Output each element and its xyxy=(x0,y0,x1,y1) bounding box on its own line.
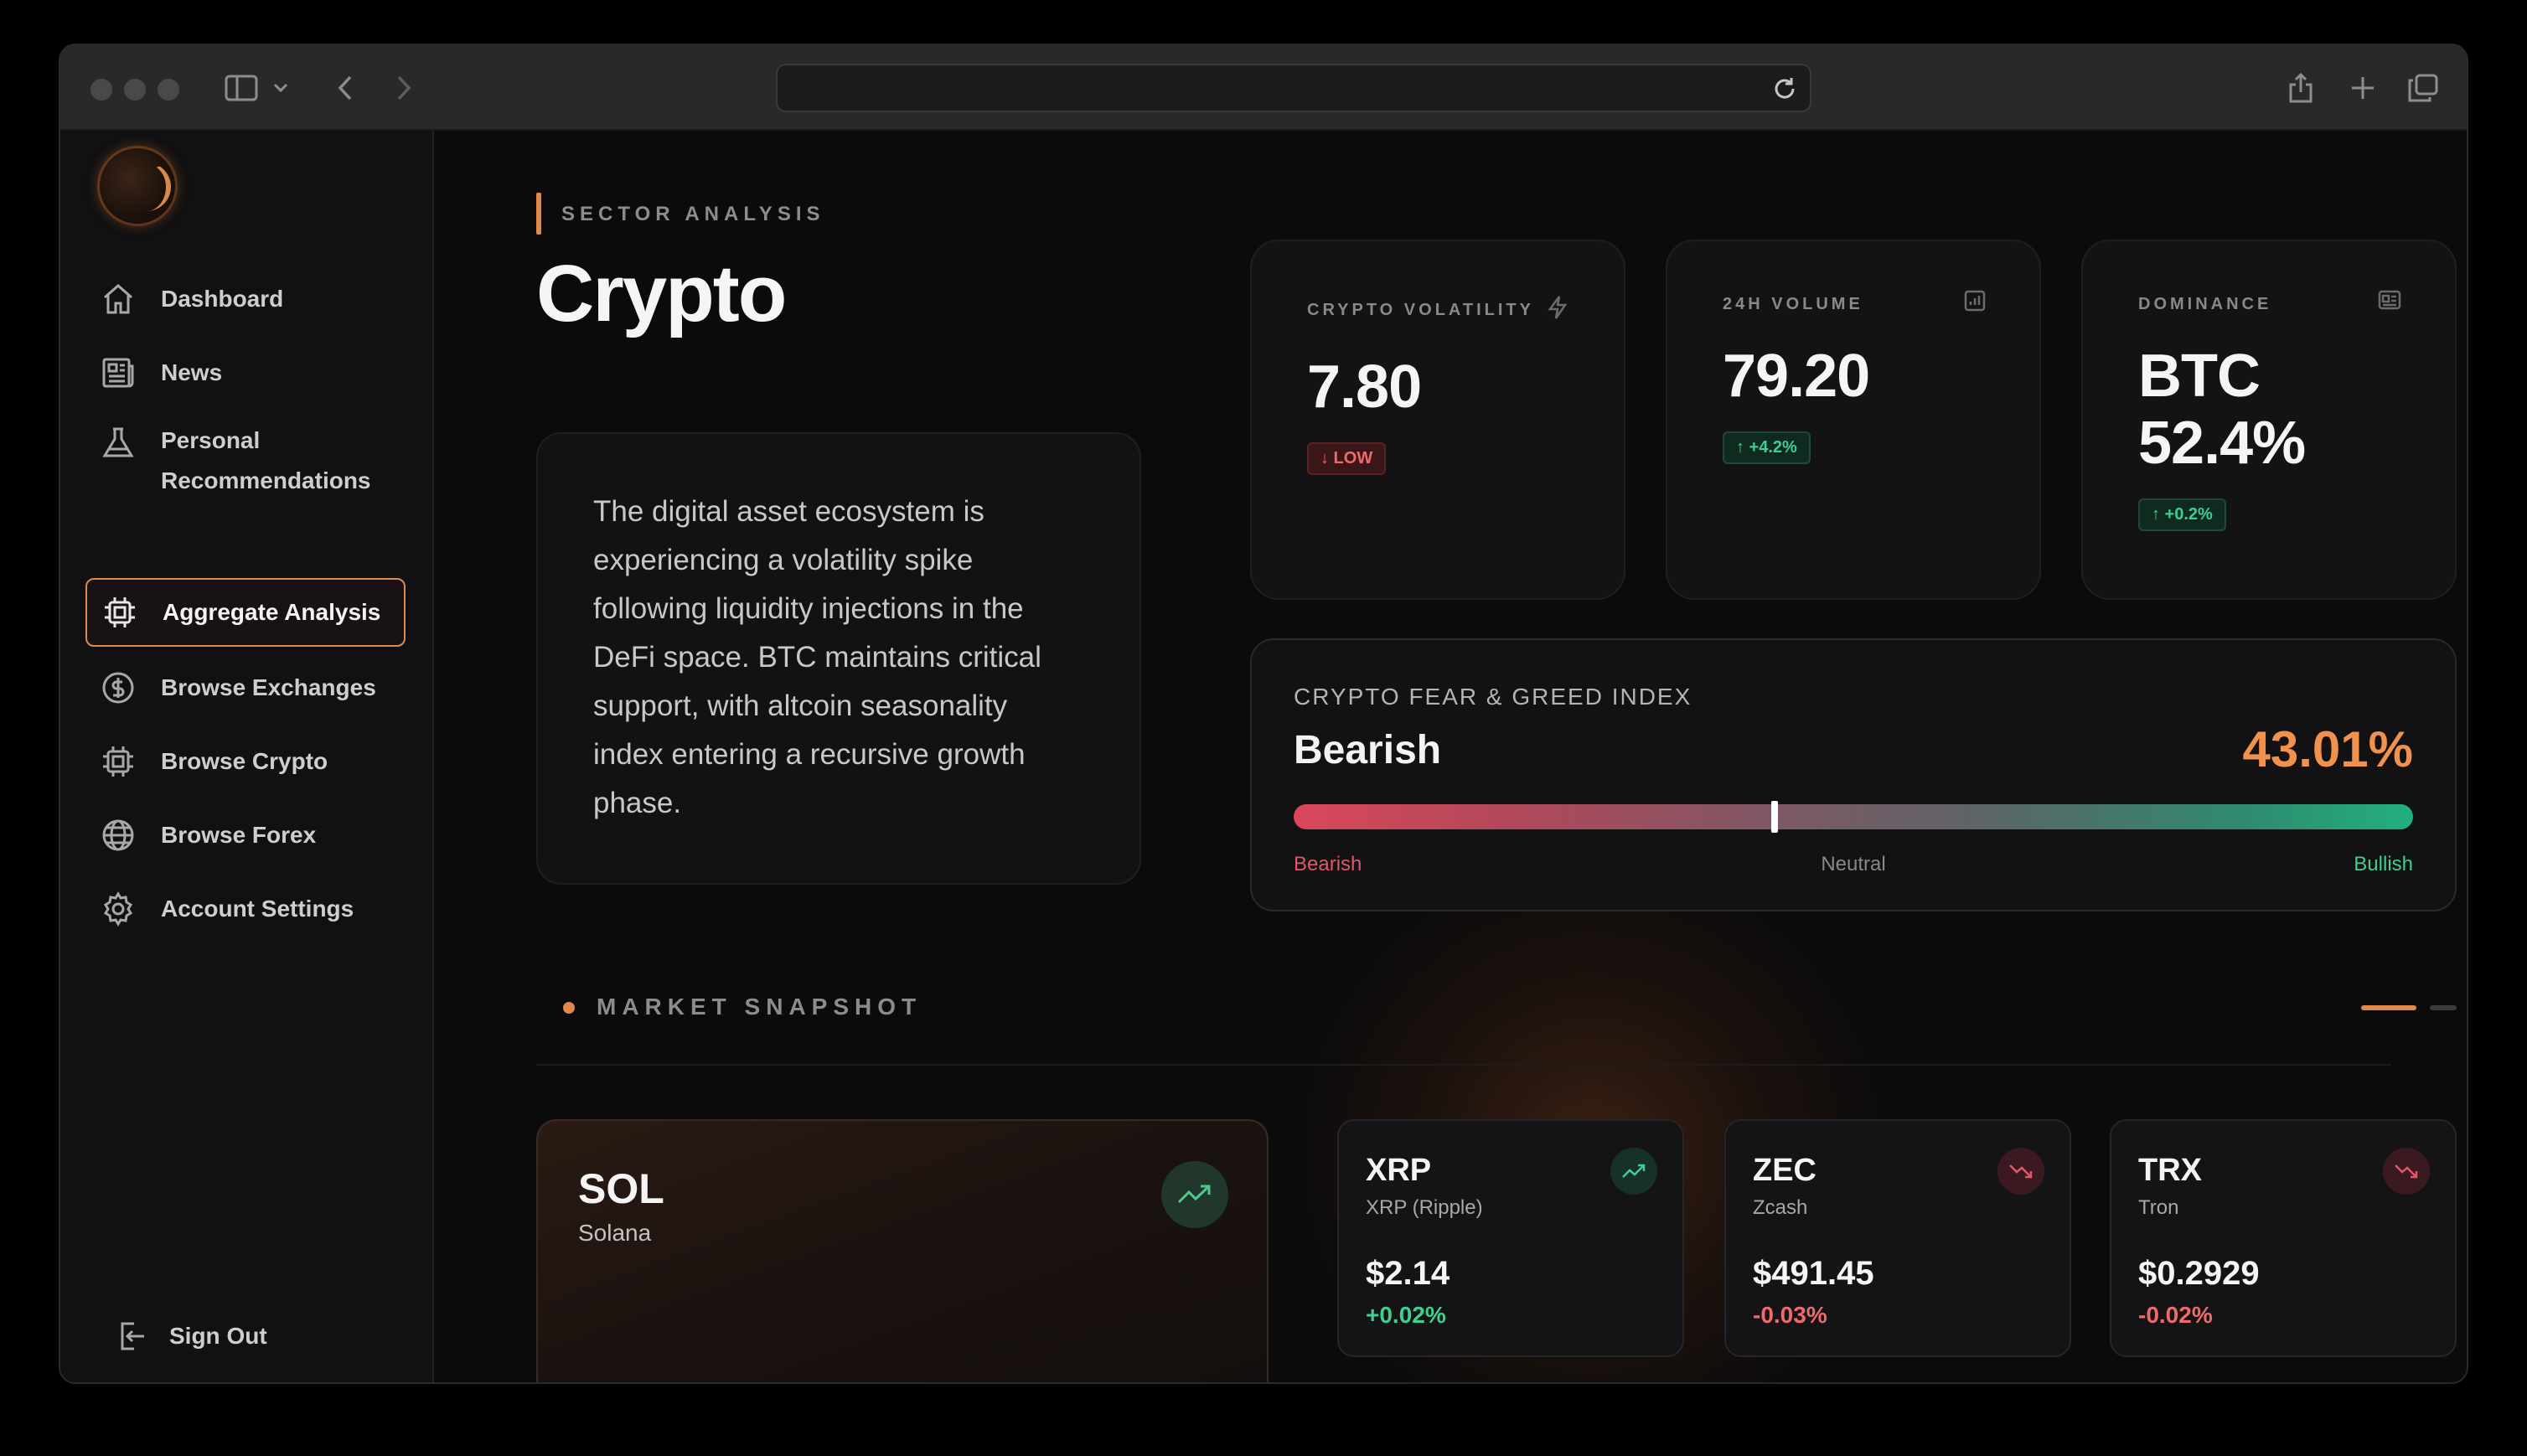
back-arrow-icon[interactable] xyxy=(328,69,362,107)
coin-change: -0.02% xyxy=(2138,1302,2213,1328)
stat-card-dominance: DOMINANCE BTC 52.4% ↑ +0.2% xyxy=(2081,240,2457,600)
fear-greed-sentiment: Bearish xyxy=(1294,728,1442,772)
coin-name: XRP (Ripple) xyxy=(1366,1196,1483,1219)
sidebar-item-news[interactable]: News xyxy=(85,338,406,407)
fear-greed-title: CRYPTO FEAR & GREED INDEX xyxy=(1294,684,1692,710)
coin-symbol: XRP xyxy=(1366,1153,1432,1188)
dollar-circle-icon xyxy=(99,669,137,707)
page-title: Crypto xyxy=(536,249,787,338)
trend-down-icon xyxy=(2383,1148,2430,1195)
app-logo[interactable] xyxy=(97,146,178,226)
id-card-icon xyxy=(2378,290,2401,315)
trend-badge: ↑ +4.2% xyxy=(1723,431,1811,464)
sector-description-card: The digital asset ecosystem is experienc… xyxy=(536,432,1141,885)
chevron-down-icon[interactable] xyxy=(270,69,292,107)
main-content: SECTOR ANALYSIS Crypto The digital asset… xyxy=(436,131,2467,1382)
sign-out-icon xyxy=(112,1317,151,1355)
fear-greed-gauge xyxy=(1294,804,2413,829)
stat-value: BTC 52.4% xyxy=(2138,343,2306,477)
coin-card-xrp[interactable]: XRP XRP (Ripple) $2.14 +0.02% xyxy=(1337,1119,1684,1357)
browser-window: Dashboard News Personal Recommendations … xyxy=(59,44,2468,1384)
flask-icon xyxy=(99,424,137,462)
carousel-page-1[interactable] xyxy=(2361,1005,2416,1010)
section-label: SECTOR ANALYSIS xyxy=(561,203,825,225)
fear-greed-card: CRYPTO FEAR & GREED INDEX Bearish 43.01%… xyxy=(1250,638,2457,911)
sidebar-item-account-settings[interactable]: Account Settings xyxy=(85,875,406,943)
minimize-window-button[interactable] xyxy=(124,79,146,101)
stat-value: 79.20 xyxy=(1723,343,1870,410)
stat-card-volatility: CRYPTO VOLATILITY 7.80 ↓ LOW xyxy=(1250,240,1625,600)
gear-icon xyxy=(99,890,137,928)
chip-icon xyxy=(99,742,137,781)
coin-symbol: ZEC xyxy=(1753,1153,1816,1188)
newspaper-icon xyxy=(99,354,137,392)
trend-badge: ↓ LOW xyxy=(1307,442,1387,475)
stat-card-volume: 24H VOLUME 79.20 ↑ +4.2% xyxy=(1666,240,2041,600)
fear-greed-value: 43.01% xyxy=(2242,721,2414,777)
sidebar-item-personal-recommendations[interactable]: Personal Recommendations xyxy=(85,412,406,496)
coin-change: +0.02% xyxy=(1366,1302,1446,1328)
fear-greed-marker xyxy=(1771,801,1779,833)
new-tab-icon[interactable] xyxy=(2346,69,2380,107)
sidebar-item-browse-forex[interactable]: Browse Forex xyxy=(85,801,406,870)
share-icon[interactable] xyxy=(2284,69,2318,107)
coin-symbol: SOL xyxy=(578,1165,664,1212)
home-icon xyxy=(99,280,137,318)
sidebar-item-browse-exchanges[interactable]: Browse Exchanges xyxy=(85,653,406,722)
address-bar[interactable] xyxy=(776,64,1811,112)
coin-price: $2.14 xyxy=(1366,1255,1450,1292)
sidebar-toggle-icon[interactable] xyxy=(221,69,261,107)
trend-badge: ↑ +0.2% xyxy=(2138,498,2226,531)
sidebar-item-aggregate-analysis[interactable]: Aggregate Analysis xyxy=(85,578,406,647)
section-dot xyxy=(563,1002,575,1014)
zoom-window-button[interactable] xyxy=(158,79,179,101)
coin-price: $491.45 xyxy=(1753,1255,1874,1292)
carousel-page-2[interactable] xyxy=(2430,1005,2457,1010)
sector-description: The digital asset ecosystem is experienc… xyxy=(593,495,1041,819)
market-snapshot-label: MARKET SNAPSHOT xyxy=(597,994,922,1020)
gauge-label-high: Bullish xyxy=(2354,853,2413,875)
coin-price: $0.2929 xyxy=(2138,1255,2260,1292)
trend-down-icon xyxy=(1997,1148,2044,1195)
globe-icon xyxy=(99,816,137,854)
sidebar: Dashboard News Personal Recommendations … xyxy=(60,131,434,1382)
coin-card-trx[interactable]: TRX Tron $0.2929 -0.02% xyxy=(2110,1119,2457,1357)
chip-icon xyxy=(101,593,139,632)
bolt-icon xyxy=(1548,295,1568,325)
bar-chart-icon xyxy=(1964,290,1986,317)
sidebar-item-dashboard[interactable]: Dashboard xyxy=(85,265,406,333)
sidebar-item-browse-crypto[interactable]: Browse Crypto xyxy=(85,727,406,796)
featured-coin-card[interactable]: SOL Solana xyxy=(536,1119,1269,1382)
tab-overview-icon[interactable] xyxy=(2406,69,2440,107)
close-window-button[interactable] xyxy=(90,79,112,101)
trend-up-icon xyxy=(1610,1148,1657,1195)
coin-name: Tron xyxy=(2138,1196,2179,1219)
coin-change: -0.03% xyxy=(1753,1302,1827,1328)
coin-name: Solana xyxy=(578,1220,652,1246)
stat-value: 7.80 xyxy=(1307,354,1422,421)
accent-bar xyxy=(536,193,541,235)
reload-icon[interactable] xyxy=(1771,75,1798,102)
gauge-label-mid: Neutral xyxy=(1821,853,1886,875)
browser-toolbar xyxy=(60,45,2467,131)
forward-arrow-icon[interactable] xyxy=(387,69,421,107)
trend-up-icon xyxy=(1161,1161,1228,1228)
coin-symbol: TRX xyxy=(2138,1153,2202,1188)
coin-card-zec[interactable]: ZEC Zcash $491.45 -0.03% xyxy=(1724,1119,2071,1357)
divider xyxy=(536,1064,2391,1066)
sign-out-button[interactable]: Sign Out xyxy=(99,1302,350,1371)
coin-name: Zcash xyxy=(1753,1196,1808,1219)
